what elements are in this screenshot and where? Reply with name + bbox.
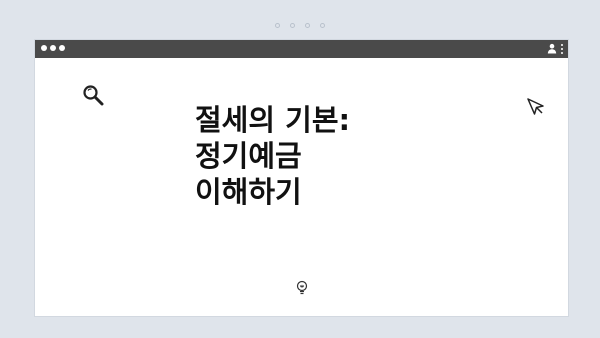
lightbulb-icon xyxy=(296,280,308,295)
window-titlebar xyxy=(35,40,568,58)
indicator-dot xyxy=(320,23,325,28)
indicator-dot xyxy=(275,23,280,28)
title-line: 정기예금 xyxy=(195,139,302,173)
cursor-pointer-icon xyxy=(527,98,544,115)
window-controls xyxy=(41,45,65,51)
more-vertical-icon[interactable] xyxy=(561,43,563,54)
browser-window: 절세의 기본: 정기예금 이해하기 xyxy=(35,40,568,316)
page-title: 절세의 기본: 정기예금 이해하기 xyxy=(195,102,415,210)
title-line: 절세의 기본: xyxy=(195,103,351,137)
minimize-button[interactable] xyxy=(50,45,56,51)
indicator-dot xyxy=(290,23,295,28)
titlebar-actions xyxy=(547,43,563,54)
close-button[interactable] xyxy=(41,45,47,51)
user-icon[interactable] xyxy=(547,43,557,54)
indicator-dot xyxy=(305,23,310,28)
maximize-button[interactable] xyxy=(59,45,65,51)
search-icon xyxy=(83,85,104,106)
title-line: 이해하기 xyxy=(195,175,302,209)
page-indicator-dots xyxy=(0,23,600,28)
